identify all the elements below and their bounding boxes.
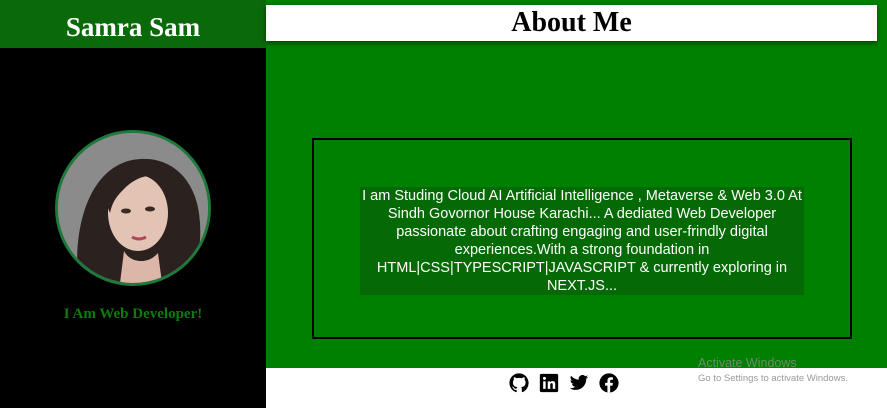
linkedin-icon[interactable] — [539, 373, 559, 393]
activate-windows-subtitle: Go to Settings to activate Windows. — [698, 373, 848, 384]
facebook-icon[interactable] — [599, 373, 619, 393]
title-bar: About Me — [266, 5, 877, 41]
about-text: I am Studing Cloud AI Artificial Intelli… — [362, 188, 802, 294]
site-name: Samra Sam — [65, 11, 201, 42]
twitter-icon[interactable] — [569, 373, 589, 393]
about-frame: I am Studing Cloud AI Artificial Intelli… — [312, 138, 852, 339]
sidebar: Samra Sam I Am Web Developer! — [0, 0, 266, 408]
footer: Activate Windows Go to Settings to activ… — [266, 356, 887, 408]
about-text-box: I am Studing Cloud AI Artificial Intelli… — [360, 187, 804, 295]
github-icon[interactable] — [509, 373, 529, 393]
main-content: About Me I am Studing Cloud AI Artificia… — [266, 0, 887, 408]
social-links — [509, 373, 619, 393]
tagline: I Am Web Developer! — [63, 306, 203, 322]
activate-windows-title: Activate Windows — [698, 356, 797, 370]
avatar — [55, 130, 211, 286]
sidebar-header: Samra Sam — [0, 0, 266, 48]
page-title: About Me — [511, 7, 632, 38]
